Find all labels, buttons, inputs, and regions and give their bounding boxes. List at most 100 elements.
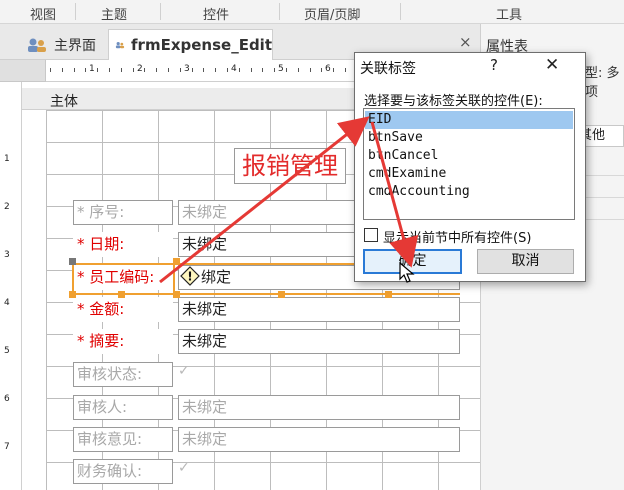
- ruler-tick: [215, 68, 217, 72]
- ruler-number: 3: [4, 250, 10, 260]
- ruler-tick: [50, 68, 51, 72]
- ruler-number: 5: [4, 346, 10, 356]
- ruler-number: 7: [4, 442, 10, 452]
- field-label-review-status[interactable]: 审核状态:: [73, 362, 173, 387]
- finance-confirm-checkbox[interactable]: ✓: [178, 460, 198, 480]
- checkbox-label: 显示当前节中所有控件(S): [383, 231, 532, 246]
- users-form-icon: [28, 38, 46, 52]
- dialog-title: 关联标签: [360, 61, 416, 77]
- field-label-amount[interactable]: * 金额:: [73, 297, 173, 322]
- ribbon-group-tools[interactable]: 工具: [496, 4, 522, 23]
- field-box-review-comment[interactable]: 未绑定: [178, 427, 460, 452]
- close-icon[interactable]: ✕: [545, 55, 559, 75]
- ribbon-separator: [160, 3, 161, 20]
- field-label-seq[interactable]: * 序号:: [73, 200, 173, 225]
- property-row-divider: [584, 219, 624, 220]
- ruler-tick: [297, 68, 299, 72]
- warning-icon[interactable]: !: [180, 266, 200, 286]
- ribbon-group-header-footer[interactable]: 页眉/页脚: [304, 4, 360, 23]
- list-item[interactable]: cmdExamine: [365, 165, 573, 183]
- ruler-tick: [179, 68, 181, 72]
- resize-handle[interactable]: [118, 291, 125, 298]
- ruler-tick: [286, 68, 287, 72]
- ruler-number: 2: [137, 64, 143, 74]
- ruler-tick: [262, 68, 264, 72]
- tab-main-ui[interactable]: 主界面: [20, 29, 106, 60]
- ruler-tick: [168, 68, 169, 72]
- close-tab-icon[interactable]: ×: [459, 33, 472, 51]
- ruler-corner: [0, 60, 46, 82]
- ribbon-group-controls[interactable]: 控件: [203, 4, 229, 23]
- ruler-tick: [274, 68, 276, 72]
- ribbon-group-view[interactable]: 视图: [30, 4, 56, 23]
- field-label-summary[interactable]: * 摘要:: [73, 329, 173, 354]
- resize-handle[interactable]: [69, 291, 76, 298]
- ruler-number: 6: [4, 394, 10, 404]
- ruler-tick: [73, 68, 75, 72]
- move-handle[interactable]: [69, 258, 76, 265]
- list-item[interactable]: EID: [365, 111, 573, 129]
- vertical-ruler: 1 2 3 4 5 6 7: [0, 82, 22, 490]
- ruler-tick: [109, 68, 110, 72]
- ruler-number: 4: [4, 298, 10, 308]
- ruler-tick: [238, 68, 240, 72]
- ruler-tick: [61, 68, 63, 72]
- selection-type-label: 型: 多项: [585, 66, 620, 100]
- field-box-reviewer[interactable]: 未绑定: [178, 395, 460, 420]
- ruler-number: 2: [4, 202, 10, 212]
- tab-label: 主界面: [54, 37, 96, 54]
- field-label-date[interactable]: * 日期:: [73, 232, 173, 257]
- control-listbox[interactable]: EID btnSave btnCancel cmdExamine cmdAcco…: [363, 108, 575, 220]
- ruler-tick: [191, 68, 193, 72]
- ribbon-separator: [75, 3, 76, 20]
- field-box-summary[interactable]: 未绑定: [178, 329, 460, 354]
- ribbon-group-theme[interactable]: 主题: [101, 4, 127, 23]
- ruler-tick: [144, 68, 146, 72]
- ruler-tick: [120, 68, 122, 72]
- ruler-number: 1: [89, 64, 95, 74]
- ruler-number: 1: [4, 154, 10, 164]
- form-title-label[interactable]: 报销管理: [234, 148, 346, 184]
- property-row-divider: [584, 197, 624, 198]
- ribbon-separator: [400, 3, 401, 20]
- property-row-divider: [584, 175, 624, 176]
- ruler-tick: [345, 68, 346, 72]
- mouse-cursor-icon: [399, 262, 415, 283]
- field-label-employee-code[interactable]: * 员工编码:: [73, 265, 173, 290]
- help-icon[interactable]: ?: [490, 56, 498, 74]
- selection-outline: [72, 293, 460, 295]
- review-status-checkbox[interactable]: ✓: [178, 363, 198, 383]
- ruler-number: 5: [278, 64, 284, 74]
- ruler-tick: [132, 68, 134, 72]
- ruler-tick: [227, 68, 228, 72]
- users-form-icon: [115, 42, 125, 49]
- ruler-tick: [250, 68, 252, 72]
- ruler-number: 3: [184, 64, 190, 74]
- field-box-amount[interactable]: 未绑定: [178, 297, 460, 322]
- cancel-button[interactable]: 取消: [477, 249, 574, 274]
- ruler-tick: [321, 68, 323, 72]
- ruler-number: 4: [231, 64, 237, 74]
- list-item[interactable]: cmdAccounting: [365, 183, 573, 201]
- resize-handle[interactable]: [173, 291, 180, 298]
- dialog-prompt: 选择要与该标签关联的控件(E):: [364, 94, 543, 109]
- show-all-controls-checkbox[interactable]: [364, 228, 378, 242]
- list-item[interactable]: btnCancel: [365, 147, 573, 165]
- ruler-number: 6: [325, 64, 331, 74]
- field-label-review-comment[interactable]: 审核意见:: [73, 427, 173, 452]
- tab-label: frmExpense_Edit: [131, 36, 272, 54]
- list-item[interactable]: btnSave: [365, 129, 573, 147]
- resize-handle[interactable]: [278, 291, 285, 298]
- tab-frmexpense-edit[interactable]: frmExpense_Edit: [108, 29, 273, 60]
- ruler-tick: [85, 68, 87, 72]
- field-label-finance-confirm[interactable]: 财务确认:: [73, 459, 173, 484]
- ruler-tick: [97, 68, 99, 72]
- ribbon-group-labels: 视图 主题 控件 页眉/页脚 工具: [0, 0, 624, 24]
- field-label-reviewer[interactable]: 审核人:: [73, 395, 173, 420]
- warning-glyph: !: [187, 270, 192, 284]
- section-label: 主体: [50, 94, 78, 110]
- ruler-tick: [156, 68, 158, 72]
- resize-handle[interactable]: [173, 258, 180, 265]
- resize-handle[interactable]: [385, 291, 392, 298]
- ruler-tick: [333, 68, 335, 72]
